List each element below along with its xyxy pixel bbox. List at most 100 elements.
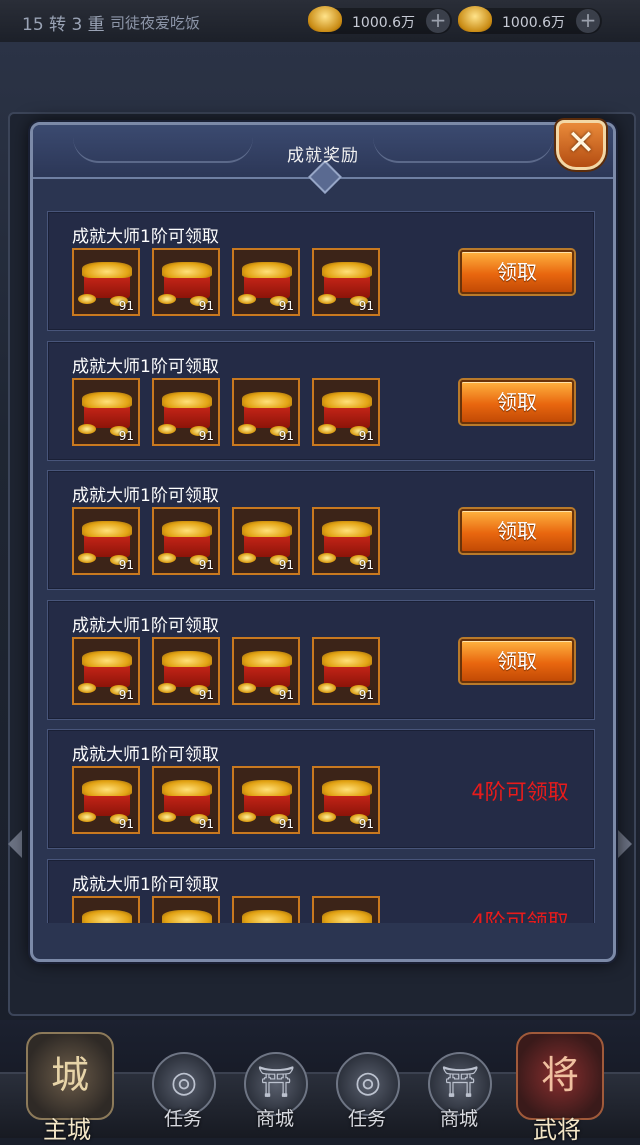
reward-item-slot[interactable]: 91 <box>152 896 220 923</box>
locked-status-text: 4阶可领取 <box>471 780 569 804</box>
item-quantity: 91 <box>118 299 134 313</box>
gold-ingot-icon <box>242 651 292 667</box>
reward-item-slot[interactable]: 91 <box>232 507 300 575</box>
gold-ingot-icon <box>162 780 212 796</box>
item-quantity: 91 <box>198 429 214 443</box>
reward-item-slot[interactable]: 91 <box>232 896 300 923</box>
gold-ingot-icon <box>82 521 132 537</box>
item-quantity: 91 <box>198 688 214 702</box>
gold-ingot-icon <box>238 812 256 822</box>
gold-ingot-icon <box>162 392 212 408</box>
claim-button[interactable]: 领取 <box>460 380 574 424</box>
reward-item-slot[interactable]: 91 <box>72 378 140 446</box>
claim-button[interactable]: 领取 <box>460 250 574 294</box>
reward-row: 成就大师1阶可领取 91 91 91 91 领取 <box>47 470 595 590</box>
reward-row: 成就大师1阶可领取919191914阶可领取 <box>47 859 595 923</box>
gold-ingot-icon <box>242 910 292 923</box>
reward-item-slot[interactable]: 91 <box>152 507 220 575</box>
reward-item-slot[interactable]: 91 <box>312 248 380 316</box>
gold-ingot-icon <box>158 683 176 693</box>
item-quantity: 91 <box>278 558 294 572</box>
gold-ingot-icon <box>162 651 212 667</box>
reward-item-slot[interactable]: 91 <box>152 766 220 834</box>
gold-ingot-icon <box>238 424 256 434</box>
reward-row-title: 成就大师1阶可领取 <box>72 745 219 765</box>
nav-main-city[interactable]: 城 主城 <box>22 1032 114 1144</box>
nav-tasks-2[interactable]: ◎ 任务 <box>322 1038 412 1136</box>
reward-list[interactable]: 成就大师1阶可领取 91 91 91 91 领取 成就大师1阶可领取 91 91 91 91 领取 成就… <box>47 211 595 923</box>
gold-ingot-icon <box>318 683 336 693</box>
item-quantity: 91 <box>358 429 374 443</box>
reward-item-slot[interactable]: 91 <box>72 507 140 575</box>
gold-ingot-icon <box>82 262 132 278</box>
gold-ingot-icon <box>162 910 212 923</box>
reward-row-title: 成就大师1阶可领取 <box>72 486 219 506</box>
item-quantity: 91 <box>278 299 294 313</box>
reward-item-slot[interactable]: 91 <box>152 637 220 705</box>
gold-ingot-icon <box>78 553 96 563</box>
reward-item-slot[interactable]: 91 <box>152 248 220 316</box>
gold-ingot-icon <box>78 683 96 693</box>
item-quantity: 91 <box>198 299 214 313</box>
claim-button[interactable]: 领取 <box>460 509 574 553</box>
gold-ingot-icon <box>238 553 256 563</box>
claim-button[interactable]: 领取 <box>460 639 574 683</box>
nav-shop[interactable]: ⛩ 商城 <box>230 1038 320 1136</box>
reward-row: 成就大师1阶可领取 91 91 91 91 领取 <box>47 341 595 461</box>
gold-ingot-icon <box>158 812 176 822</box>
arrow-right-icon[interactable] <box>618 830 632 858</box>
item-quantity: 91 <box>118 817 134 831</box>
nav-shop-2[interactable]: ⛩ 商城 <box>414 1038 504 1136</box>
item-quantity: 91 <box>278 688 294 702</box>
gold-ingot-icon <box>78 812 96 822</box>
reward-item-slot[interactable]: 91 <box>72 637 140 705</box>
gold-ingot-icon <box>162 262 212 278</box>
nav-label: 武将 <box>533 1116 581 1144</box>
nav-label: 商城 <box>439 1108 478 1130</box>
reward-item-slot[interactable]: 91 <box>72 896 140 923</box>
nav-tasks[interactable]: ◎ 任务 <box>138 1038 228 1136</box>
nav-generals[interactable]: 将 武将 <box>512 1032 604 1144</box>
close-button[interactable]: ✕ <box>552 116 610 170</box>
reward-item-slot[interactable]: 91 <box>72 766 140 834</box>
gold-ingot-icon <box>78 424 96 434</box>
reward-item-slot[interactable]: 91 <box>312 637 380 705</box>
gold-ingot-icon <box>242 392 292 408</box>
silver-currency: 1000.6万 + <box>458 6 602 34</box>
gold-ingot-icon <box>242 521 292 537</box>
general-icon: 将 <box>516 1032 604 1120</box>
gold-amount: 1000.6万 <box>352 15 415 31</box>
reward-item-slot[interactable]: 91 <box>232 766 300 834</box>
dialog-header: 成就奖励 <box>33 125 613 194</box>
reward-item-slot[interactable]: 91 <box>312 378 380 446</box>
reward-item-slot[interactable]: 91 <box>312 766 380 834</box>
gold-ingot-icon <box>82 780 132 796</box>
gold-ingot-icon <box>322 521 372 537</box>
locked-status-text: 4阶可领取 <box>471 910 569 923</box>
add-gold-button[interactable]: + <box>426 9 450 33</box>
reward-item-slot[interactable]: 91 <box>72 248 140 316</box>
reward-row-title: 成就大师1阶可领取 <box>72 227 219 247</box>
silver-ingot-icon <box>458 6 492 32</box>
reward-item-slot[interactable]: 91 <box>232 637 300 705</box>
reward-item-slot[interactable]: 91 <box>312 896 380 923</box>
reward-row-title: 成就大师1阶可领取 <box>72 616 219 636</box>
arrow-left-icon[interactable] <box>8 830 22 858</box>
item-quantity: 91 <box>198 817 214 831</box>
item-quantity: 91 <box>358 688 374 702</box>
reward-item-slot[interactable]: 91 <box>232 378 300 446</box>
achievement-reward-dialog: 成就奖励 成就大师1阶可领取 91 91 91 91 领取 成就大师1阶可领取 91 91 91 9… <box>30 122 616 962</box>
reward-item-slot[interactable]: 91 <box>152 378 220 446</box>
gold-ingot-icon <box>308 6 342 32</box>
gold-ingot-icon <box>158 424 176 434</box>
reward-row: 成就大师1阶可领取 91 91 91 91 领取 <box>47 600 595 720</box>
reward-item-slot[interactable]: 91 <box>232 248 300 316</box>
reward-item-slot[interactable]: 91 <box>312 507 380 575</box>
item-quantity: 91 <box>198 558 214 572</box>
reward-row-title: 成就大师1阶可领取 <box>72 875 219 895</box>
gold-ingot-icon <box>322 262 372 278</box>
gold-ingot-icon <box>78 294 96 304</box>
gold-ingot-icon <box>158 553 176 563</box>
city-icon: 城 <box>26 1032 114 1120</box>
add-silver-button[interactable]: + <box>576 9 600 33</box>
